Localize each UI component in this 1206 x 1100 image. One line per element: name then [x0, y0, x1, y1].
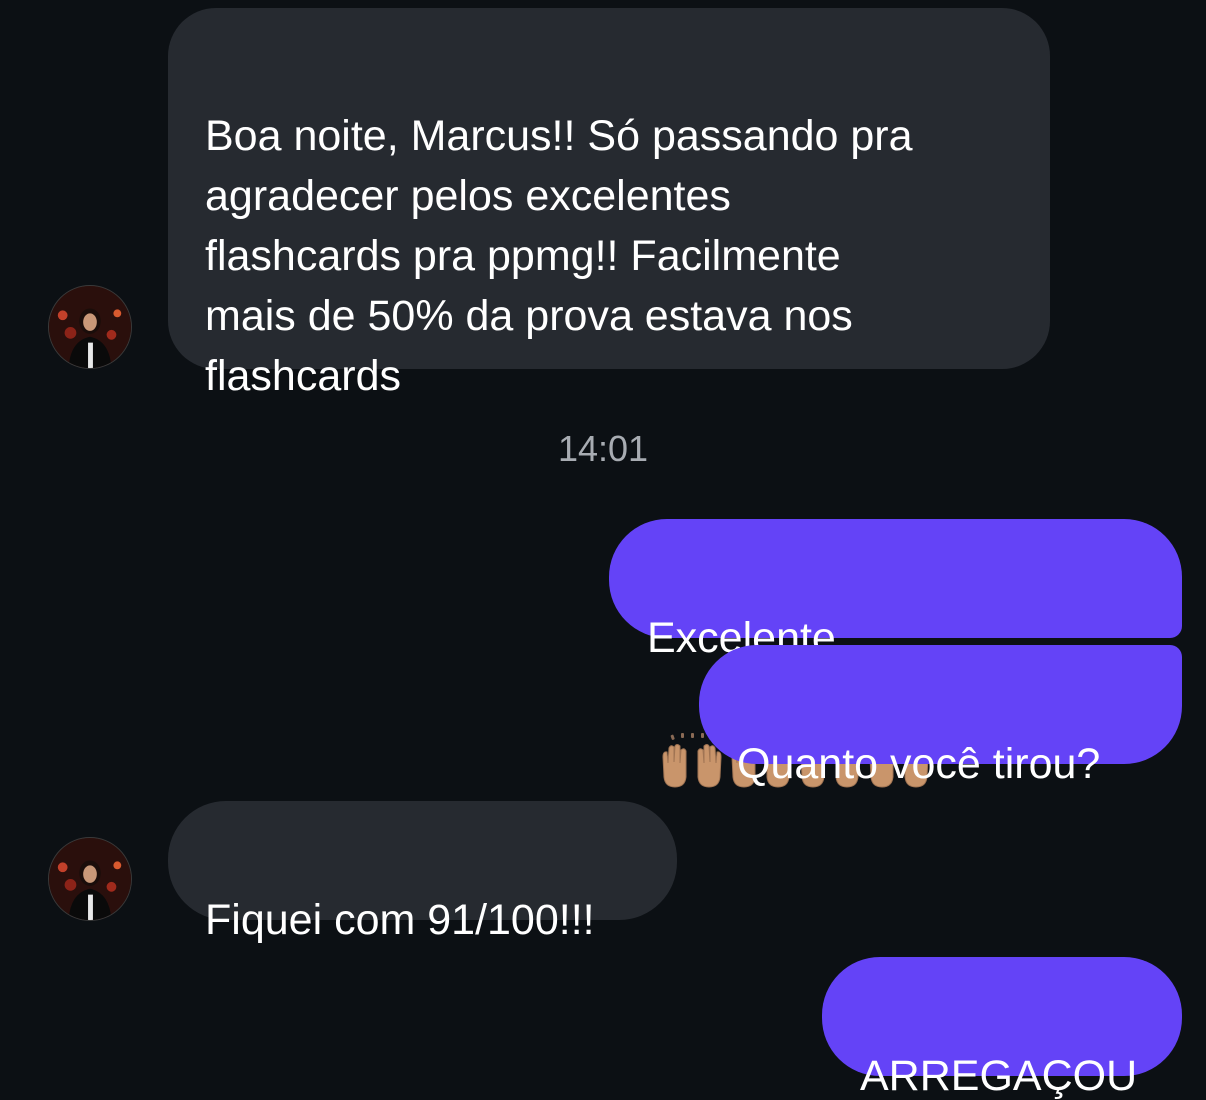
outgoing-message-bubble[interactable]: Excelente — [609, 519, 1182, 788]
chat-thread: Boa noite, Marcus!! Só passando pra agrad… — [0, 0, 1206, 1100]
contact-avatar-icon[interactable] — [48, 837, 132, 921]
incoming-message-bubble[interactable]: Boa noite, Marcus!! Só passando pra agrad… — [168, 8, 1050, 400]
message-text: Boa noite, Marcus!! Só passando pra agrad… — [205, 112, 913, 400]
contact-avatar-icon[interactable] — [48, 285, 132, 369]
message-timestamp: 14:01 — [557, 428, 649, 469]
outgoing-message-bubble[interactable]: Quanto você tirou? — [699, 645, 1182, 788]
message-text: ARREGAÇOU — [860, 1052, 1138, 1100]
outgoing-message-bubble[interactable]: ARREGAÇOU — [822, 957, 1182, 1100]
message-text: Quanto você tirou? — [737, 740, 1101, 788]
message-text: Fiquei com 91/100!!! — [205, 896, 595, 944]
incoming-message-bubble[interactable]: Fiquei com 91/100!!! — [168, 801, 677, 944]
